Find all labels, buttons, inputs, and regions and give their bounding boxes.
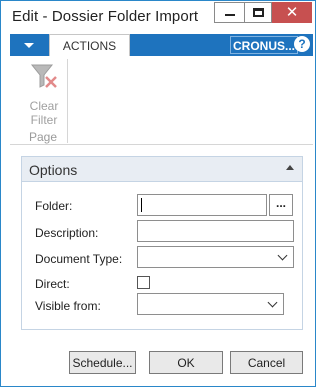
- close-button[interactable]: ✕: [272, 2, 312, 23]
- description-label: Description:: [35, 226, 99, 240]
- cancel-button[interactable]: Cancel: [230, 351, 303, 374]
- options-header[interactable]: Options: [22, 157, 302, 182]
- tab-actions[interactable]: ACTIONS: [49, 34, 130, 57]
- minimize-icon: [224, 13, 235, 16]
- chevron-down-icon: [277, 250, 288, 261]
- clear-filter-label-line1: Clear: [29, 99, 59, 113]
- chevron-down-icon: [267, 297, 278, 308]
- application-menu-button[interactable]: [10, 34, 48, 56]
- group-label-page: Page: [28, 130, 58, 144]
- ribbon-body: Clear Filter Page: [10, 56, 313, 145]
- minimize-button[interactable]: [214, 2, 245, 23]
- dialog-window: Edit - Dossier Folder Import ✕ ACTIONS C…: [0, 0, 316, 387]
- company-name-button[interactable]: CRONUS...: [230, 36, 299, 54]
- maximize-icon: [252, 8, 264, 17]
- visible-from-label: Visible from:: [35, 299, 101, 313]
- folder-input[interactable]: [137, 194, 267, 216]
- description-input[interactable]: [137, 220, 294, 242]
- chevron-down-icon: [24, 42, 34, 48]
- document-type-select[interactable]: [137, 246, 294, 268]
- ribbon-tab-strip: ACTIONS CRONUS... ?: [10, 34, 313, 57]
- window-title: Edit - Dossier Folder Import: [12, 8, 199, 25]
- folder-assist-button[interactable]: ...: [269, 194, 293, 216]
- direct-label: Direct:: [35, 277, 70, 291]
- direct-checkbox[interactable]: [137, 276, 150, 289]
- clear-filter-icon: [30, 64, 57, 88]
- title-bar: Edit - Dossier Folder Import ✕: [1, 1, 315, 31]
- close-icon: ✕: [285, 3, 299, 21]
- document-type-label: Document Type:: [35, 252, 123, 266]
- options-title: Options: [29, 162, 78, 178]
- options-fasttab: Options Folder: ... Description: Documen…: [21, 156, 303, 330]
- collapse-icon[interactable]: [286, 165, 294, 170]
- folder-label: Folder:: [35, 199, 73, 213]
- maximize-button[interactable]: [244, 2, 272, 23]
- clear-filter-label: Clear Filter: [24, 99, 64, 127]
- text-cursor: [141, 198, 142, 212]
- schedule-button[interactable]: Schedule...: [69, 351, 136, 374]
- ok-button[interactable]: OK: [149, 351, 223, 374]
- ribbon-group-page: Clear Filter Page: [22, 59, 68, 144]
- visible-from-select[interactable]: [137, 293, 284, 315]
- clear-filter-label-line2: Filter: [30, 113, 58, 127]
- help-icon[interactable]: ?: [294, 36, 310, 52]
